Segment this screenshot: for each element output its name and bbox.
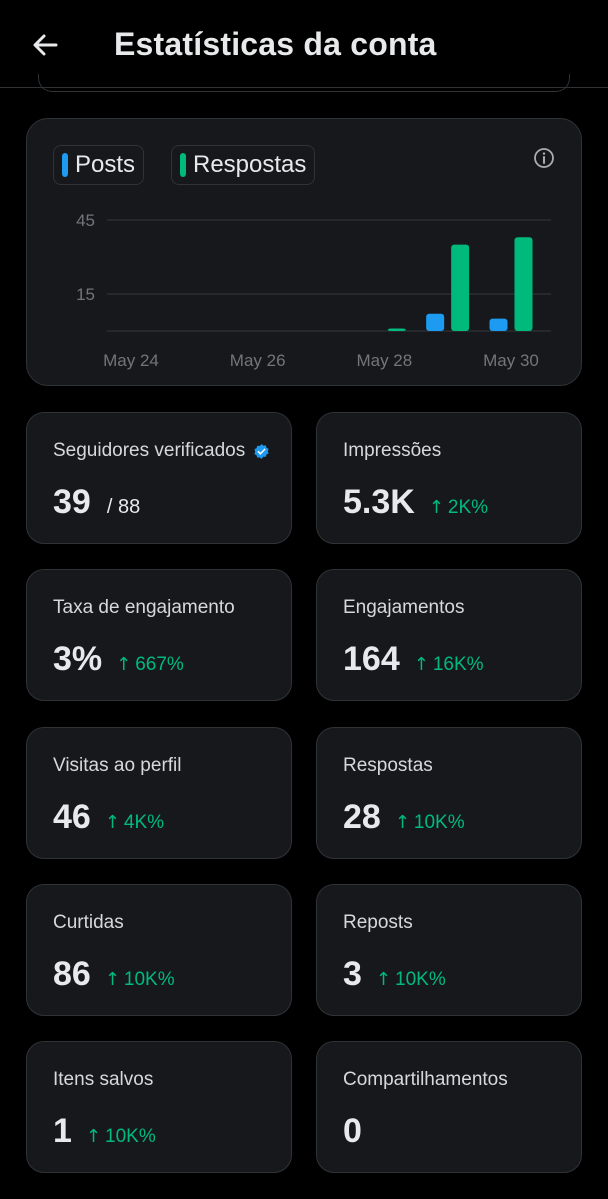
x-tick-label: May 28 <box>356 351 412 370</box>
bar-posts[interactable] <box>426 313 445 331</box>
stat-change: ↑ 667% <box>116 654 184 676</box>
stat-card[interactable]: Taxa de engajamento 3% ↑ 667% <box>26 569 292 701</box>
previous-card-edge <box>38 74 570 92</box>
stat-label: Curtidas <box>53 912 124 934</box>
bar-respostas[interactable] <box>387 328 406 331</box>
arrow-up-icon: ↑ <box>375 969 392 990</box>
stat-card[interactable]: Curtidas 86 ↑ 10K% <box>26 884 292 1016</box>
bar-chart: 45 15 May 24 May 26 May 28 May 30 <box>76 211 551 370</box>
stat-card[interactable]: Respostas 28 ↑ 10K% <box>316 727 582 859</box>
stat-label-text: Taxa de engajamento <box>53 597 235 618</box>
stat-label-text: Visitas ao perfil <box>53 755 182 776</box>
stat-value-row: 28 ↑ 10K% <box>343 798 465 837</box>
stat-card[interactable]: Engajamentos 164 ↑ 16K% <box>316 569 582 701</box>
stat-label: Taxa de engajamento <box>53 597 235 619</box>
stat-value-row: 3 ↑ 10K% <box>343 955 446 994</box>
stat-value: 39 <box>53 483 91 521</box>
stat-label: Respostas <box>343 755 433 777</box>
stat-label: Impressões <box>343 440 441 462</box>
bar-respostas[interactable] <box>451 244 470 331</box>
stat-label: Itens salvos <box>53 1069 153 1091</box>
bar-posts[interactable] <box>489 318 508 331</box>
stat-change-text: 10K% <box>123 969 175 990</box>
arrow-up-icon: ↑ <box>428 497 444 518</box>
stat-value-row: 3% ↑ 667% <box>53 640 184 679</box>
y-tick-label: 45 <box>76 211 95 230</box>
stat-value: 86 <box>53 955 91 993</box>
stat-change-text: 10K% <box>105 1126 156 1147</box>
stat-change: ↑ 16K% <box>414 654 484 676</box>
stat-value: 5.3K <box>343 483 415 521</box>
stat-total: / 88 <box>106 496 141 518</box>
stat-label-text: Impressões <box>343 440 442 461</box>
stat-label-text: Reposts <box>343 912 413 933</box>
stat-card[interactable]: Compartilhamentos 0 <box>316 1041 582 1173</box>
stat-card[interactable]: Seguidores verificados 39 / 88 <box>26 412 292 544</box>
stat-change: ↑ 4K% <box>105 812 164 834</box>
stat-label-text: Itens salvos <box>53 1069 154 1090</box>
stat-change-text: 10K% <box>395 969 446 990</box>
arrow-up-icon: ↑ <box>413 654 429 675</box>
stat-label: Reposts <box>343 912 413 934</box>
stat-card[interactable]: Impressões 5.3K ↑ 2K% <box>316 412 582 544</box>
x-tick-label: May 30 <box>483 351 539 370</box>
stat-change: ↑ 10K% <box>86 1126 156 1148</box>
stat-value: 28 <box>343 798 381 836</box>
stat-value-row: 39 / 88 <box>53 483 140 522</box>
arrow-up-icon: ↑ <box>85 1126 102 1147</box>
arrow-up-icon: ↑ <box>116 654 132 675</box>
stat-label: Engajamentos <box>343 597 464 619</box>
stat-card[interactable]: Itens salvos 1 ↑ 10K% <box>26 1041 292 1173</box>
stat-value-row: 1 ↑ 10K% <box>53 1112 156 1151</box>
stat-value: 1 <box>53 1112 72 1150</box>
stat-change: ↑ 2K% <box>429 497 488 519</box>
stat-change-text: 16K% <box>432 654 484 675</box>
stat-value: 3 <box>343 955 362 993</box>
stat-value: 164 <box>343 640 400 678</box>
x-tick-label: May 26 <box>230 351 286 370</box>
chart-card: Posts Respostas 45 15 May 24 May 26 May 28 Ma… <box>26 118 582 386</box>
stat-change: ↑ 10K% <box>376 969 446 991</box>
stat-label-text: Seguidores verificados <box>53 440 246 461</box>
stat-value: 3% <box>53 640 103 678</box>
stat-card[interactable]: Visitas ao perfil 46 ↑ 4K% <box>26 727 292 859</box>
stat-label-text: Engajamentos <box>343 597 465 618</box>
stat-value: 0 <box>343 1112 362 1150</box>
stat-label-text: Compartilhamentos <box>343 1069 508 1090</box>
stat-change: ↑ 10K% <box>105 969 175 991</box>
bar-respostas[interactable] <box>514 237 533 331</box>
stat-label-text: Respostas <box>343 755 433 776</box>
stat-change-text: 2K% <box>447 497 489 518</box>
arrow-up-icon: ↑ <box>104 812 120 833</box>
stat-change: ↑ 10K% <box>395 812 465 834</box>
arrow-up-icon: ↑ <box>394 812 410 833</box>
stat-value: 46 <box>53 798 91 836</box>
stat-label-text: Curtidas <box>53 912 124 933</box>
x-tick-label: May 24 <box>103 351 159 370</box>
stat-value-row: 46 ↑ 4K% <box>53 798 164 837</box>
stat-label: Compartilhamentos <box>343 1069 508 1091</box>
stat-value-row: 164 ↑ 16K% <box>343 640 484 679</box>
arrow-up-icon: ↑ <box>104 969 120 990</box>
stat-change-text: 4K% <box>123 812 165 833</box>
stat-label: Visitas ao perfil <box>53 755 182 777</box>
page-title: Estatísticas da conta <box>114 26 437 62</box>
stat-label: Seguidores verificados <box>53 440 270 462</box>
back-button[interactable] <box>22 22 68 68</box>
stat-change-text: 10K% <box>413 812 465 833</box>
stat-change-text: 667% <box>135 654 184 675</box>
stat-value-row: 0 <box>343 1112 362 1151</box>
stat-card[interactable]: Reposts 3 ↑ 10K% <box>316 884 582 1016</box>
stat-value-row: 86 ↑ 10K% <box>53 955 175 994</box>
verified-badge-icon <box>254 443 269 459</box>
stat-value-row: 5.3K ↑ 2K% <box>343 483 488 522</box>
arrow-left-icon <box>33 34 58 56</box>
y-tick-label: 15 <box>76 285 95 304</box>
